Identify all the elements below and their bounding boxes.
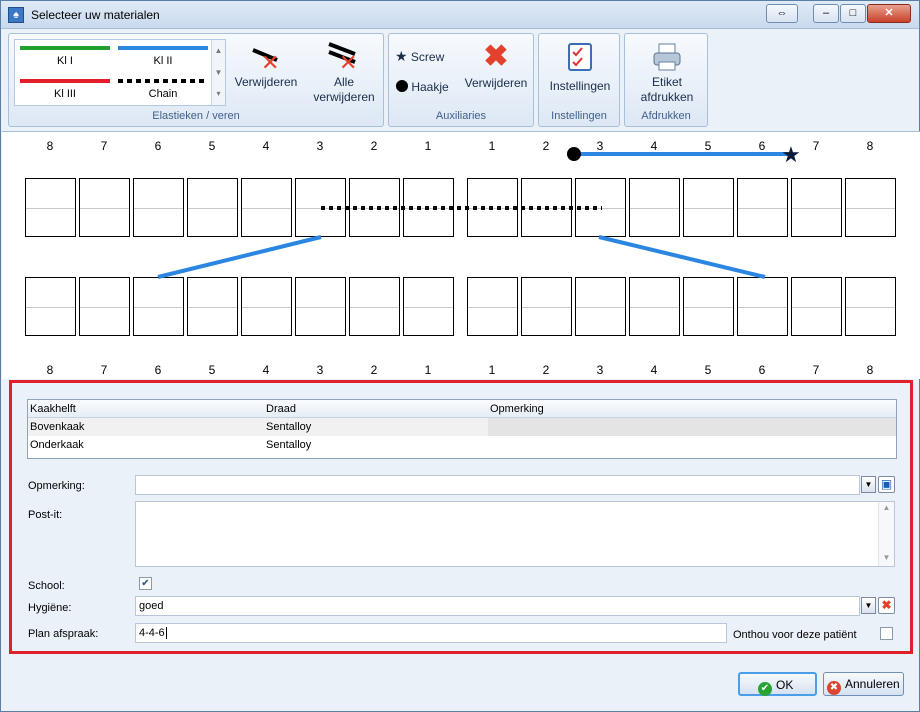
school-checkbox[interactable]: ✔	[139, 577, 152, 590]
gallery-item-chain[interactable]: Chain	[115, 75, 211, 105]
dialog-window: ♠ Selecteer uw materialen ⇔ – □ ✕ Kl I K…	[0, 0, 920, 712]
save-icon[interactable]: ▣	[878, 476, 895, 493]
hygiene-input[interactable]: goed	[135, 596, 860, 616]
haakje-button[interactable]: Haakje	[396, 80, 449, 94]
scroll-up-icon[interactable]: ▲	[879, 502, 894, 514]
gallery-item-kl2[interactable]: Kl II	[115, 42, 211, 72]
opmerking-label: Opmerking:	[28, 480, 85, 492]
remove-x-icon: ✖	[483, 40, 509, 73]
checklist-icon	[568, 43, 592, 71]
postit-scrollbar[interactable]: ▲ ▼	[878, 502, 894, 566]
cell-draad: Sentalloy	[266, 439, 312, 451]
remove-all-icon: ✕	[328, 42, 357, 76]
app-icon: ♠	[8, 7, 24, 23]
gallery-item-kl1[interactable]: Kl I	[17, 42, 113, 72]
gallery-expand-icon[interactable]: ▾	[212, 84, 225, 104]
cancel-icon: ✖	[827, 681, 841, 695]
postit-label: Post-it:	[28, 509, 63, 521]
group-instellingen: Instellingen Instellingen	[538, 33, 620, 127]
klasse-elastic-left[interactable]	[598, 235, 766, 279]
group-label-auxiliaries: Auxiliaries	[435, 110, 487, 122]
group-afdrukken: Etiket afdrukken Afdrukken	[624, 33, 708, 127]
instellingen-button[interactable]: Instellingen	[543, 42, 617, 93]
group-label-afdrukken: Afdrukken	[641, 110, 691, 122]
group-auxiliaries: ★ Screw Haakje ✖ Verwijderen Auxiliaries	[388, 33, 534, 127]
plan-afspraak-input[interactable]: 4-4-6	[135, 623, 727, 643]
remove-elastic-button[interactable]: ✕ Verwijderen	[233, 42, 299, 89]
ok-button[interactable]: ✔ OK	[738, 672, 817, 696]
column-header-draad[interactable]: Draad	[266, 403, 296, 415]
minimize-button[interactable]: –	[813, 4, 839, 23]
onthou-checkbox[interactable]	[880, 627, 893, 640]
check-icon: ✔	[758, 682, 772, 696]
text-cursor	[165, 627, 167, 639]
column-header-opmerking[interactable]: Opmerking	[490, 403, 544, 415]
maximize-button[interactable]: □	[840, 4, 866, 23]
opmerking-dropdown-icon[interactable]: ▼	[861, 476, 876, 493]
haakje-marker[interactable]	[567, 147, 581, 161]
table-row[interactable]: Onderkaak Sentalloy	[28, 436, 896, 454]
remove-auxiliary-button[interactable]: ✖ Verwijderen	[463, 40, 529, 91]
scroll-down-icon[interactable]: ▼	[212, 62, 225, 84]
ribbon: Kl I Kl II Kl III Chain ▲ ▼ ▾ ✕ Verwijde…	[8, 33, 912, 129]
klasse-elastic-right[interactable]	[157, 235, 322, 279]
scroll-down-icon[interactable]: ▼	[879, 552, 894, 564]
cancel-button[interactable]: ✖ Annuleren	[823, 672, 904, 696]
group-label-instellingen: Instellingen	[551, 110, 607, 122]
onthou-label: Onthou voor deze patiënt	[733, 629, 857, 641]
screw-marker-icon[interactable]: ★	[781, 143, 801, 168]
hygiene-dropdown-icon[interactable]: ▼	[861, 597, 876, 614]
svg-text:✕: ✕	[339, 51, 357, 72]
details-panel: Kaakhelft Draad Opmerking Bovenkaak Sent…	[9, 380, 913, 654]
screw-button[interactable]: ★ Screw	[395, 48, 444, 65]
tooth-chart[interactable]: 8 8 7 7 6 6 5 5 4 4 3 3 2 2 1 1 1 1 2 2 3 3 4 4 5 5 6 6 7 7 8 8 ★	[2, 131, 920, 379]
school-label: School:	[28, 580, 65, 592]
hygiene-label: Hygiëne:	[28, 602, 72, 614]
cell-kaakhelft: Bovenkaak	[30, 421, 85, 433]
postit-textarea[interactable]	[135, 501, 895, 567]
elastics-overlay: ★	[157, 143, 801, 279]
plan-afspraak-label: Plan afspraak:	[28, 628, 99, 640]
close-button[interactable]: ✕	[867, 4, 911, 23]
title-bar: ♠ Selecteer uw materialen ⇔ – □ ✕	[1, 1, 919, 29]
restore-switch-icon[interactable]: ⇔	[766, 4, 798, 23]
group-elastieken: Kl I Kl II Kl III Chain ▲ ▼ ▾ ✕ Verwijde…	[8, 33, 384, 127]
star-icon: ★	[395, 48, 408, 64]
group-label-elastieken: Elastieken / veren	[152, 110, 240, 122]
cell-kaakhelft: Onderkaak	[30, 439, 84, 451]
remove-all-elastic-button[interactable]: ✕ Alle verwijderen	[307, 40, 381, 105]
gallery-item-kl3[interactable]: Kl III	[17, 75, 113, 105]
table-row[interactable]: Bovenkaak Sentalloy	[28, 418, 896, 436]
etiket-afdrukken-button[interactable]: Etiket afdrukken	[629, 42, 705, 105]
scroll-up-icon[interactable]: ▲	[212, 40, 225, 62]
printer-icon	[653, 43, 681, 71]
column-header-kaakhelft[interactable]: Kaakhelft	[30, 403, 76, 415]
elastic-gallery: Kl I Kl II Kl III Chain ▲ ▼ ▾	[14, 39, 226, 106]
clear-hygiene-icon[interactable]: ✖	[878, 597, 895, 614]
cell-draad: Sentalloy	[266, 421, 312, 433]
opmerking-input[interactable]	[135, 475, 860, 495]
window-title: Selecteer uw materialen	[31, 8, 160, 22]
wire-table: Kaakhelft Draad Opmerking Bovenkaak Sent…	[27, 399, 897, 459]
table-header: Kaakhelft Draad Opmerking	[28, 400, 896, 418]
svg-text:✕: ✕	[261, 51, 279, 72]
remove-elastic-icon: ✕	[252, 48, 279, 76]
gallery-scrollbar[interactable]: ▲ ▼ ▾	[211, 40, 225, 105]
circle-icon	[396, 80, 408, 92]
